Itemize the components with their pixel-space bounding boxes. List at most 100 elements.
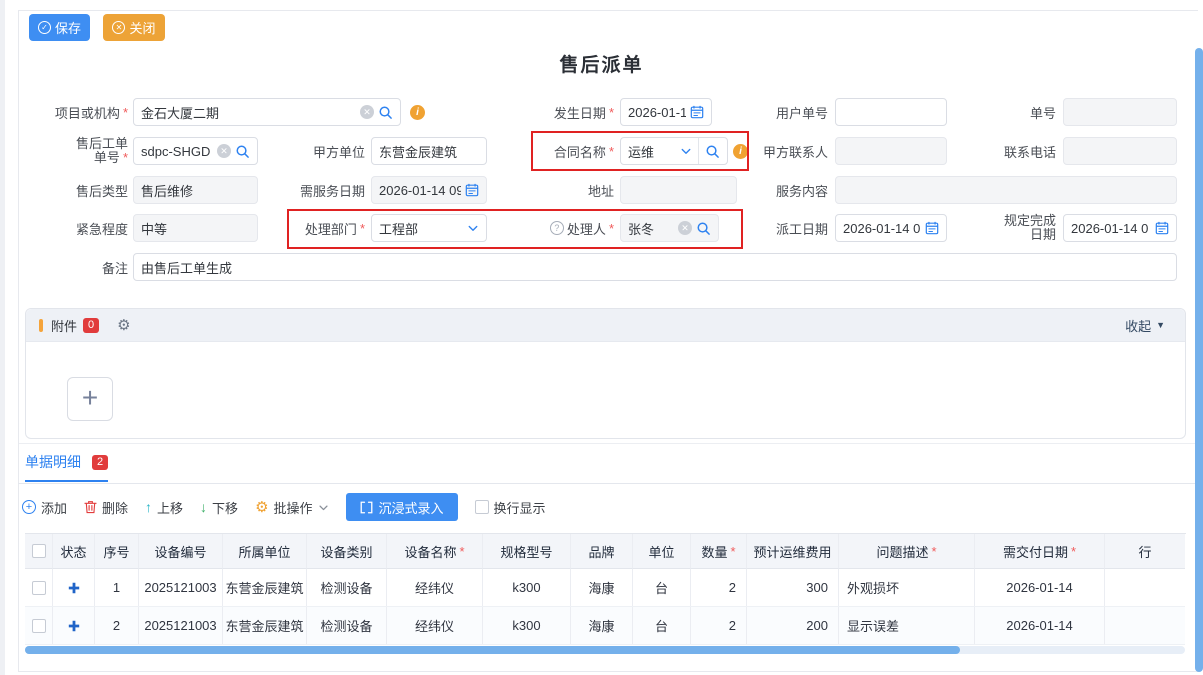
cell-device-category: 检测设备 bbox=[307, 607, 387, 644]
row-status-cell[interactable] bbox=[53, 607, 95, 644]
table-row[interactable]: 1 2025121003 东营金辰建筑 检测设备 经纬仪 k300 海康 台 2… bbox=[25, 569, 1185, 607]
column-header-problem-desc: 问题描述* bbox=[839, 534, 975, 569]
collapse-button[interactable]: 收起 ▼ bbox=[1125, 316, 1165, 335]
horizontal-scrollbar-thumb[interactable] bbox=[25, 646, 960, 654]
required-finish-date-label: 规定完成日期 bbox=[944, 214, 1056, 242]
required-finish-date-input[interactable]: 2026-01-14 0 bbox=[1063, 214, 1177, 242]
cell-quantity: 2 bbox=[691, 569, 747, 606]
detail-toolbar: + 添加 删除 ↑ 上移 ↓ 下移 ⚙ 批操作 沉浸式录入 换行显示 bbox=[22, 492, 546, 522]
arrow-up-icon: ↑ bbox=[145, 499, 152, 515]
cell-brand: 海康 bbox=[571, 569, 633, 606]
row-status-cell[interactable] bbox=[53, 569, 95, 606]
clear-icon[interactable]: ✕ bbox=[678, 221, 692, 235]
save-button[interactable]: ✓ 保存 bbox=[29, 14, 90, 41]
add-cross-icon bbox=[68, 582, 80, 594]
dispatch-date-label: 派工日期 bbox=[716, 214, 828, 242]
column-header-spec-model: 规格型号 bbox=[483, 534, 571, 569]
question-circle-icon[interactable]: ? bbox=[550, 221, 564, 235]
remark-label: 备注 bbox=[18, 253, 128, 281]
column-header-device-category: 设备类别 bbox=[307, 534, 387, 569]
handle-dept-select[interactable]: 工程部 bbox=[371, 214, 487, 242]
table-header-row: 状态 序号 设备编号 所属单位 设备类别 设备名称* 规格型号 品牌 单位 数量… bbox=[25, 534, 1185, 569]
vertical-scrollbar[interactable] bbox=[1195, 48, 1203, 672]
clear-icon[interactable]: ✕ bbox=[360, 105, 374, 119]
close-button[interactable]: ✕ 关闭 bbox=[103, 14, 165, 41]
order-no-input bbox=[1063, 98, 1177, 126]
frame-border-top bbox=[18, 10, 1198, 11]
calendar-icon[interactable] bbox=[1155, 221, 1169, 235]
info-icon[interactable]: i bbox=[410, 105, 425, 120]
select-all-checkbox[interactable] bbox=[25, 534, 53, 569]
wrap-display-checkbox[interactable]: 换行显示 bbox=[475, 498, 546, 517]
calendar-icon[interactable] bbox=[690, 105, 704, 119]
cell-owner-unit: 东营金辰建筑 bbox=[223, 607, 307, 644]
handler-input[interactable]: 张冬 ✕ bbox=[620, 214, 719, 242]
detail-tab-bar: 单据明细 2 bbox=[18, 452, 1196, 484]
tab-detail-count-badge: 2 bbox=[92, 455, 108, 470]
cell-device-no: 2025121003 bbox=[139, 607, 223, 644]
occur-date-input[interactable]: 2026-01-14 bbox=[620, 98, 712, 126]
project-label: 项目或机构* bbox=[18, 98, 128, 126]
party-a-contact-input bbox=[835, 137, 947, 165]
cell-owner-unit: 东营金辰建筑 bbox=[223, 569, 307, 606]
search-icon[interactable] bbox=[378, 105, 393, 120]
dispatch-date-input[interactable]: 2026-01-14 0 bbox=[835, 214, 947, 242]
calendar-icon bbox=[465, 183, 479, 197]
project-input[interactable]: 金石大厦二期 ✕ bbox=[133, 98, 401, 126]
add-row-button[interactable]: + 添加 bbox=[22, 498, 67, 517]
column-header-device-no: 设备编号 bbox=[139, 534, 223, 569]
checkbox-icon bbox=[475, 500, 489, 514]
gear-icon[interactable]: ⚙ bbox=[117, 318, 130, 333]
column-header-status: 状态 bbox=[53, 534, 95, 569]
party-a-contact-label: 甲方联系人 bbox=[716, 137, 828, 165]
move-down-button[interactable]: ↓ 下移 bbox=[200, 498, 238, 517]
horizontal-scrollbar[interactable] bbox=[25, 646, 1185, 654]
row-checkbox[interactable] bbox=[25, 569, 53, 606]
chevron-down-icon[interactable] bbox=[467, 222, 479, 234]
column-header-quantity: 数量* bbox=[691, 534, 747, 569]
clear-icon[interactable]: ✕ bbox=[217, 144, 231, 158]
batch-ops-button[interactable]: ⚙ 批操作 bbox=[255, 498, 328, 517]
search-icon[interactable] bbox=[696, 221, 711, 236]
tab-detail-label: 单据明细 bbox=[25, 452, 81, 472]
cell-delivery-date: 2026-01-14 bbox=[975, 607, 1105, 644]
column-header-unit: 单位 bbox=[633, 534, 691, 569]
contract-name-select[interactable]: 运维 bbox=[620, 137, 728, 165]
handler-label: ? 处理人* bbox=[500, 214, 614, 242]
contact-phone-label: 联系电话 bbox=[944, 137, 1056, 165]
after-sales-order-no-input[interactable]: sdpc-SHGD ✕ bbox=[133, 137, 258, 165]
row-checkbox[interactable] bbox=[25, 607, 53, 644]
add-attachment-button[interactable]: + bbox=[67, 377, 113, 421]
chevron-down-icon[interactable] bbox=[680, 145, 692, 157]
cell-device-name: 经纬仪 bbox=[387, 607, 483, 644]
table-row[interactable]: 2 2025121003 东营金辰建筑 检测设备 经纬仪 k300 海康 台 2… bbox=[25, 607, 1185, 645]
gear-icon: ⚙ bbox=[255, 500, 268, 515]
arrow-down-icon: ↓ bbox=[200, 499, 207, 515]
search-icon[interactable] bbox=[235, 144, 250, 159]
party-a-unit-input[interactable]: 东营金辰建筑 bbox=[371, 137, 487, 165]
move-up-button[interactable]: ↑ 上移 bbox=[145, 498, 183, 517]
cell-device-no: 2025121003 bbox=[139, 569, 223, 606]
user-order-no-label: 用户单号 bbox=[716, 98, 828, 126]
cell-problem-desc: 显示误差 bbox=[839, 607, 975, 644]
column-header-device-name: 设备名称* bbox=[387, 534, 483, 569]
after-sales-type-input: 售后维修 bbox=[133, 176, 258, 204]
plus-icon: + bbox=[82, 384, 98, 412]
delete-row-button[interactable]: 删除 bbox=[84, 498, 128, 517]
address-label: 地址 bbox=[500, 176, 614, 204]
fullscreen-icon bbox=[360, 501, 373, 514]
calendar-icon[interactable] bbox=[925, 221, 939, 235]
cell-seq: 1 bbox=[95, 569, 139, 606]
checkbox-icon bbox=[32, 544, 46, 558]
cell-unit: 台 bbox=[633, 607, 691, 644]
cell-seq: 2 bbox=[95, 607, 139, 644]
cell-row-ops bbox=[1105, 607, 1185, 644]
add-cross-icon bbox=[68, 620, 80, 632]
tab-detail[interactable]: 单据明细 2 bbox=[25, 452, 108, 482]
user-order-no-input[interactable] bbox=[835, 98, 947, 126]
plus-circle-icon: + bbox=[22, 500, 36, 514]
checkbox-icon bbox=[32, 581, 46, 595]
save-button-label: 保存 bbox=[55, 18, 81, 37]
remark-input[interactable]: 由售后工单生成 bbox=[133, 253, 1177, 281]
immersive-entry-button[interactable]: 沉浸式录入 bbox=[346, 493, 458, 521]
